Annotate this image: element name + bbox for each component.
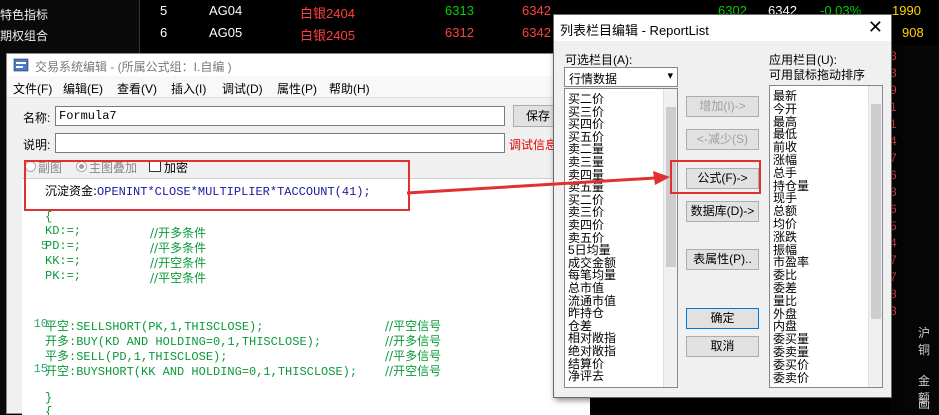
dialog-titlebar[interactable]: 列表栏目编辑 - ReportList ✕: [554, 15, 891, 41]
quote-name: 白银2404: [300, 6, 355, 21]
available-label: 可选栏目(A):: [565, 53, 633, 67]
debug-info-link[interactable]: 调试信息: [509, 136, 557, 153]
right-label: 画: [918, 397, 931, 411]
close-icon[interactable]: ✕: [868, 17, 883, 38]
menu-view[interactable]: 查看(V): [117, 80, 157, 97]
menu-help[interactable]: 帮助(H): [329, 80, 370, 97]
code-editor[interactable]: 沉淀资金:OPENINT*CLOSE*MULTIPLIER*TACCOUNT(4…: [22, 178, 590, 415]
brace-open: {: [45, 210, 53, 224]
add-button[interactable]: 增加(I)->: [686, 96, 759, 117]
quote-code: AG04: [209, 3, 243, 18]
cancel-button[interactable]: 取消: [686, 336, 759, 357]
menu-properties[interactable]: 属性(P): [277, 80, 317, 97]
quote-name: 白银2405: [300, 28, 355, 43]
description-field[interactable]: [55, 133, 505, 153]
database-button[interactable]: 数据库(D)->: [686, 201, 759, 222]
right-label: 沪铜: [918, 326, 931, 357]
applied-list[interactable]: 最新 今开 最高 最低 前收 涨幅 总手 持仓量 现手 总额 均价 涨跌 振幅 市盈率 委比 委差 量比 外盘 内盘…: [769, 85, 883, 388]
quote-value: 6312: [445, 25, 474, 40]
quote-code: AG05: [209, 25, 243, 40]
category-dropdown-value: 行情数据: [569, 72, 618, 86]
list-item[interactable]: 净评去: [568, 367, 604, 384]
var-kk: KK:=;: [45, 254, 82, 268]
available-list[interactable]: 买二价 买三价 买四价 买五价 卖二量 卖三量 卖四量 卖五量 买二价 卖三价 卖四价 卖五价 5日均量…: [564, 88, 678, 388]
dialog-title: 列表栏目编辑 - ReportList: [560, 23, 709, 38]
brace-close: }: [45, 391, 53, 405]
name-label: 名称:: [23, 111, 51, 125]
var-pd: PD:=;: [45, 239, 82, 253]
menu-debug[interactable]: 调试(D): [222, 80, 263, 97]
formula-editor-window: 交易系统编辑 - (所属公式组：I.自编 ) 文件(F) 编辑(E) 查看(V)…: [6, 53, 590, 415]
var-pk: PK:=;: [45, 269, 82, 283]
left-item[interactable]: 期权组合: [0, 27, 48, 44]
scrollbar[interactable]: [663, 89, 677, 387]
editor-title: 交易系统编辑 - (所属公式组：I.自编 ): [35, 60, 232, 74]
menu-edit[interactable]: 编辑(E): [63, 80, 103, 97]
signal-line: 开空:BUYSHORT(KK AND HOLDING=0,1,THISCLOSE…: [45, 365, 358, 379]
remove-button[interactable]: <-减少(S): [686, 129, 759, 150]
highlight-box-formula-button: [670, 160, 761, 194]
quote-num: 6: [160, 25, 168, 40]
quote-value: 6342: [522, 25, 551, 40]
editor-titlebar[interactable]: 交易系统编辑 - (所属公式组：I.自编 ): [7, 54, 588, 76]
signal-comment: //开空信号: [385, 364, 442, 378]
chevron-down-icon: ▾: [667, 70, 673, 82]
highlight-box-formula-line: [24, 160, 410, 211]
list-item[interactable]: 委卖价: [773, 369, 809, 386]
description-label: 说明:: [23, 138, 51, 152]
name-field[interactable]: Formula7: [55, 106, 505, 126]
category-dropdown[interactable]: 行情数据 ▾: [564, 67, 678, 87]
scrollbar-thumb[interactable]: [871, 104, 881, 319]
editor-menubar: 文件(F) 编辑(E) 查看(V) 插入(I) 调试(D) 属性(P) 帮助(H…: [7, 76, 588, 98]
quote-value: 1990: [892, 3, 921, 18]
var-pk-comment: //平空条件: [150, 271, 207, 285]
quote-value: 6313: [445, 3, 474, 18]
quote-num: 5: [160, 3, 168, 18]
app-icon: [13, 58, 29, 72]
applied-hint: 可用鼠标拖动排序: [769, 68, 866, 82]
var-kd: KD:=;: [45, 224, 82, 238]
left-item[interactable]: 特色指标: [0, 6, 48, 23]
quote-value: 908: [902, 25, 924, 40]
menu-file[interactable]: 文件(F): [13, 80, 52, 97]
ok-button[interactable]: 确定: [686, 308, 759, 329]
arrow-icon: [406, 171, 670, 195]
background-right-column: 3 3 9 1 1 4 7 6 8 6 5 4 7 7 8 3 沪铜 金额画: [890, 45, 939, 414]
quote-value: 6342: [522, 3, 551, 18]
table-properties-button[interactable]: 表属性(P)..: [686, 249, 759, 270]
scrollbar[interactable]: [868, 86, 882, 387]
menu-insert[interactable]: 插入(I): [171, 80, 206, 97]
